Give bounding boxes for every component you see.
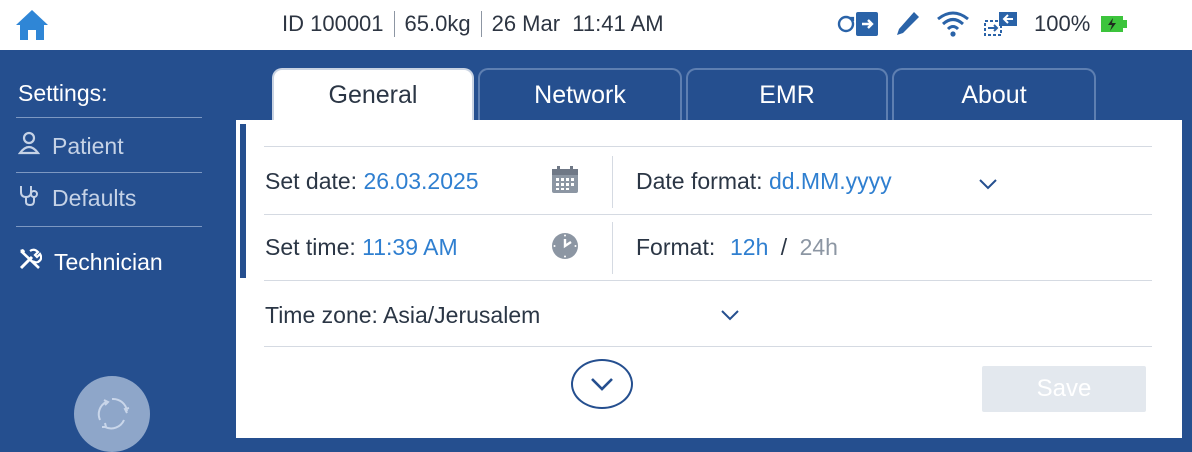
wifi-icon bbox=[936, 9, 970, 39]
divider bbox=[264, 346, 1152, 347]
time-zone-select[interactable]: Time zone: Asia/Jerusalem bbox=[265, 302, 540, 329]
patient-status: ID 100001 65.0kg 26 Mar 11:41 AM bbox=[282, 8, 664, 40]
chevron-down-icon bbox=[591, 378, 613, 391]
person-icon bbox=[17, 131, 41, 161]
divider bbox=[16, 226, 202, 227]
battery-percent: 100% bbox=[1034, 11, 1091, 36]
tab-network[interactable]: Network bbox=[478, 68, 682, 120]
sync-icon[interactable] bbox=[836, 9, 880, 39]
tools-icon bbox=[18, 247, 43, 277]
stethoscope-icon bbox=[18, 183, 40, 213]
status-bar: ID 100001 65.0kg 26 Mar 11:41 AM 100% bbox=[0, 0, 1192, 50]
tab-emr[interactable]: EMR bbox=[686, 68, 888, 120]
format-separator: / bbox=[780, 234, 788, 260]
calendar-icon[interactable] bbox=[550, 165, 580, 200]
format-label: Format: bbox=[636, 234, 722, 260]
date-format-label: Date format: bbox=[636, 168, 769, 194]
divider bbox=[264, 214, 1152, 215]
tab-general[interactable]: General bbox=[272, 68, 474, 120]
divider bbox=[16, 172, 202, 173]
set-date-field[interactable]: Set date: 26.03.2025 bbox=[265, 168, 479, 195]
network-transfer-icon bbox=[984, 9, 1020, 39]
set-time-field[interactable]: Set time: 11:39 AM bbox=[265, 234, 458, 261]
sidebar-item-label: Patient bbox=[52, 132, 124, 159]
section-accent bbox=[240, 124, 246, 278]
home-icon[interactable] bbox=[14, 8, 50, 42]
date-format-value: dd.MM.yyyy bbox=[768, 168, 892, 194]
tab-bar: General Network EMR About bbox=[224, 50, 1192, 120]
sync-button[interactable] bbox=[74, 376, 150, 452]
divider bbox=[264, 146, 1152, 147]
chevron-down-icon[interactable] bbox=[720, 308, 740, 322]
sidebar-title: Settings: bbox=[18, 80, 108, 106]
set-date-value: 26.03.2025 bbox=[363, 168, 479, 194]
date-time: 26 Mar 11:41 AM bbox=[491, 11, 664, 36]
sidebar-item-label: Defaults bbox=[52, 184, 137, 211]
expand-more-button[interactable] bbox=[571, 359, 633, 409]
patient-id: ID 100001 bbox=[282, 11, 384, 36]
divider bbox=[480, 11, 482, 37]
time-zone-value: Asia/Jerusalem bbox=[383, 302, 541, 328]
set-time-label: Set time: bbox=[265, 234, 363, 260]
tab-about[interactable]: About bbox=[892, 68, 1096, 120]
chevron-down-icon[interactable] bbox=[978, 177, 998, 191]
format-12h-option[interactable]: 12h bbox=[730, 234, 768, 260]
sidebar-item-label: Technician bbox=[54, 248, 163, 275]
pencil-icon[interactable] bbox=[894, 9, 922, 39]
divider bbox=[264, 280, 1152, 281]
set-time-value: 11:39 AM bbox=[362, 234, 458, 260]
patient-weight: 65.0kg bbox=[404, 11, 471, 36]
set-date-label: Set date: bbox=[265, 168, 364, 194]
divider bbox=[612, 222, 613, 274]
refresh-icon bbox=[97, 397, 130, 430]
battery-charging-icon bbox=[1100, 13, 1128, 35]
time-format-toggle: Format: 12h / 24h bbox=[636, 234, 838, 261]
divider bbox=[393, 11, 395, 37]
date-format-select[interactable]: Date format: dd.MM.yyyy bbox=[636, 168, 892, 195]
sidebar-item-patient[interactable]: Patient bbox=[17, 128, 124, 164]
divider bbox=[16, 117, 202, 118]
settings-sidebar: Settings: Patient Defaults Technician bbox=[0, 50, 224, 452]
time-zone-label: Time zone: bbox=[265, 302, 384, 328]
sidebar-item-technician[interactable]: Technician bbox=[18, 244, 163, 280]
divider bbox=[612, 156, 613, 208]
clock-icon[interactable] bbox=[550, 231, 580, 266]
format-24h-option[interactable]: 24h bbox=[800, 234, 838, 260]
sidebar-item-defaults[interactable]: Defaults bbox=[18, 180, 136, 216]
save-button[interactable]: Save bbox=[982, 366, 1146, 412]
status-icons: 100% bbox=[836, 6, 1142, 42]
